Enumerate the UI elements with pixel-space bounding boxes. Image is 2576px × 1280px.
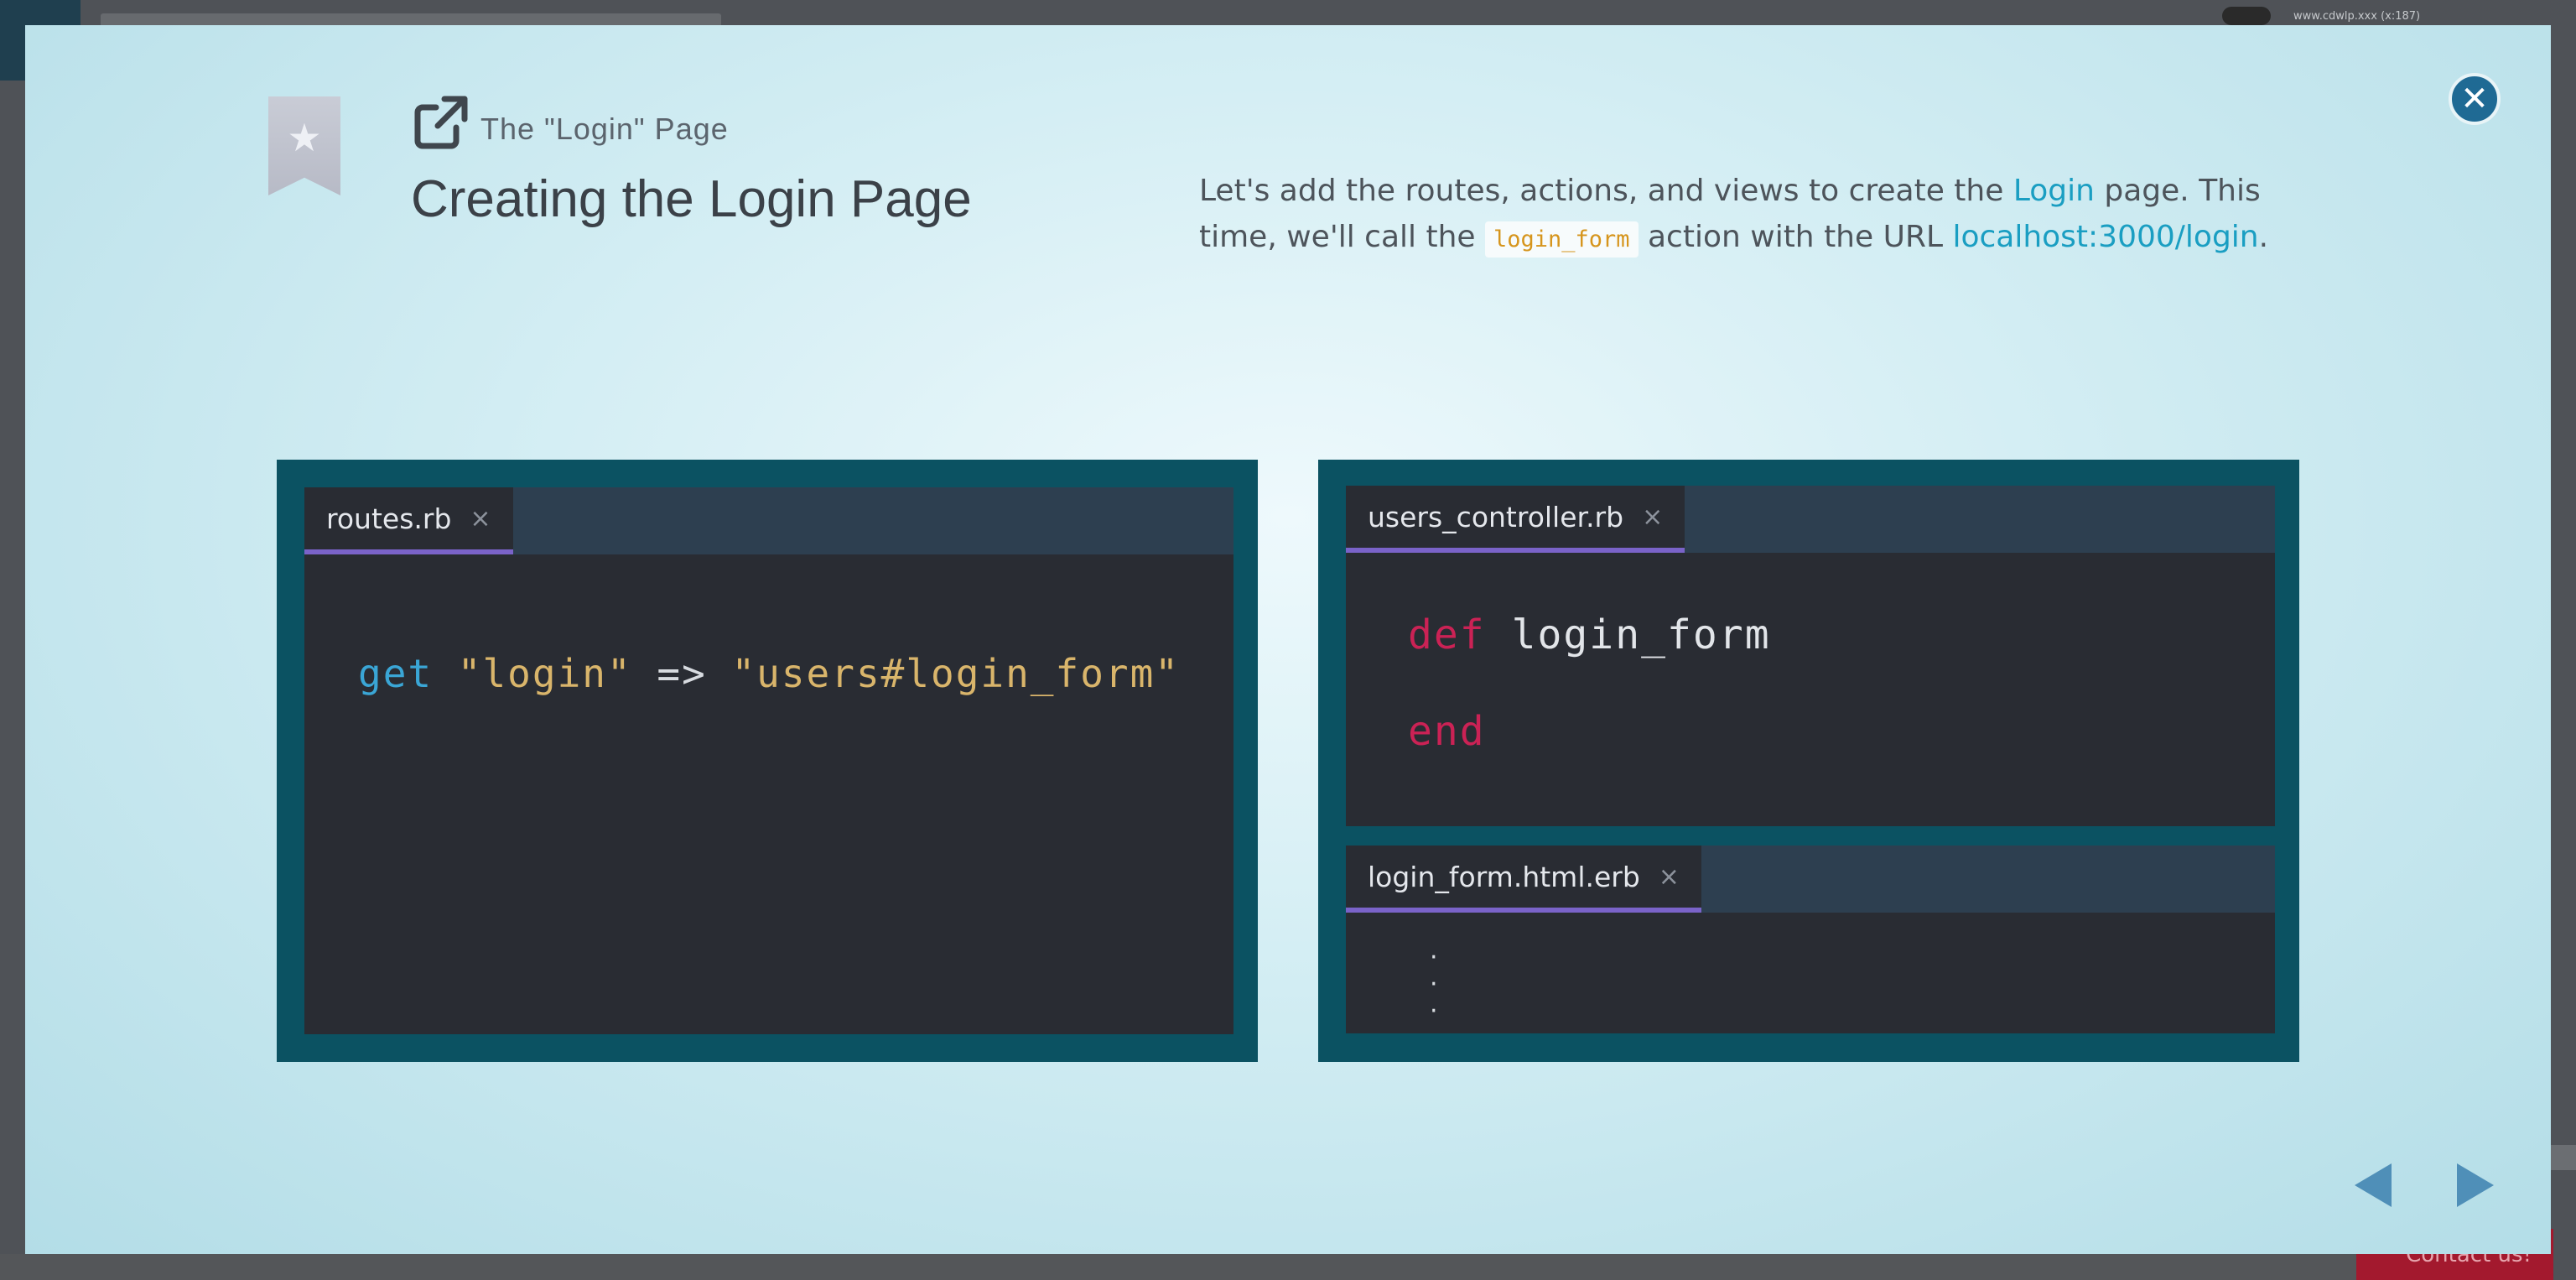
routes-tab-bar: routes.rb × — [304, 487, 1233, 554]
tab-routes-rb[interactable]: routes.rb × — [304, 487, 513, 554]
tab-label: users_controller.rb — [1368, 500, 1624, 533]
tab-label: routes.rb — [326, 502, 452, 535]
description-text-3: action with the URL — [1638, 220, 1953, 254]
tab-users-controller-rb[interactable]: users_controller.rb × — [1346, 486, 1685, 553]
description-text-1: Let's add the routes, actions, and views… — [1199, 174, 2013, 208]
code-string-target: "users#login_form" — [731, 651, 1180, 696]
tab-close-icon[interactable]: × — [470, 504, 491, 533]
routes-panel: routes.rb × get "login" => "users#login_… — [277, 460, 1258, 1062]
controller-end-line: end — [1408, 708, 1486, 755]
inline-code: login_form — [1484, 221, 1639, 258]
close-button[interactable]: ✕ — [2449, 73, 2501, 125]
next-slide-button[interactable] — [2457, 1163, 2494, 1207]
code-keyword-get: get — [358, 651, 434, 696]
background-avatar — [2222, 7, 2271, 25]
slide-description: Let's add the routes, actions, and views… — [1199, 168, 2306, 263]
routes-code-line: get "login" => "users#login_form" — [358, 651, 1180, 696]
slide-subtitle: The "Login" Page — [480, 112, 729, 146]
login-link[interactable]: Login — [2013, 174, 2095, 208]
code-method-name: login_form — [1511, 611, 1771, 658]
slide-title: Creating the Login Page — [411, 170, 972, 228]
bookmark-star-icon[interactable]: ★ — [268, 96, 340, 195]
external-link-icon[interactable] — [411, 92, 471, 153]
close-icon: ✕ — [2460, 80, 2489, 118]
localhost-url-link[interactable]: localhost:3000/login — [1952, 220, 2258, 254]
code-keyword-def: def — [1408, 611, 1486, 658]
background-url-text: www.cdwlp.xxx (x:187) — [2293, 10, 2421, 23]
controller-def-line: def login_form — [1408, 611, 1771, 658]
tab-label: login_form.html.erb — [1368, 860, 1640, 893]
code-operator: => — [657, 651, 707, 696]
star-icon: ★ — [287, 115, 322, 160]
controller-editor: users_controller.rb × def login_form end — [1346, 486, 2275, 826]
view-ellipsis: · · · — [1430, 943, 1438, 1026]
previous-slide-button[interactable] — [2355, 1163, 2392, 1207]
tab-login-form-html-erb[interactable]: login_form.html.erb × — [1346, 846, 1701, 913]
view-tab-bar: login_form.html.erb × — [1346, 846, 2275, 913]
description-text-4: . — [2258, 220, 2269, 254]
background-bottom-bar — [0, 1254, 2356, 1280]
background-scrollbar[interactable] — [2549, 1145, 2576, 1170]
controller-view-panel: users_controller.rb × def login_form end… — [1318, 460, 2299, 1062]
code-string-login: "login" — [457, 651, 632, 696]
slide-modal: ★ The "Login" Page Creating the Login Pa… — [25, 25, 2551, 1254]
view-editor: login_form.html.erb × · · · — [1346, 846, 2275, 1033]
controller-tab-bar: users_controller.rb × — [1346, 486, 2275, 553]
code-keyword-end: end — [1408, 708, 1486, 755]
tab-close-icon[interactable]: × — [1659, 862, 1680, 892]
tab-close-icon[interactable]: × — [1642, 502, 1663, 532]
routes-editor: routes.rb × get "login" => "users#login_… — [304, 487, 1233, 1034]
